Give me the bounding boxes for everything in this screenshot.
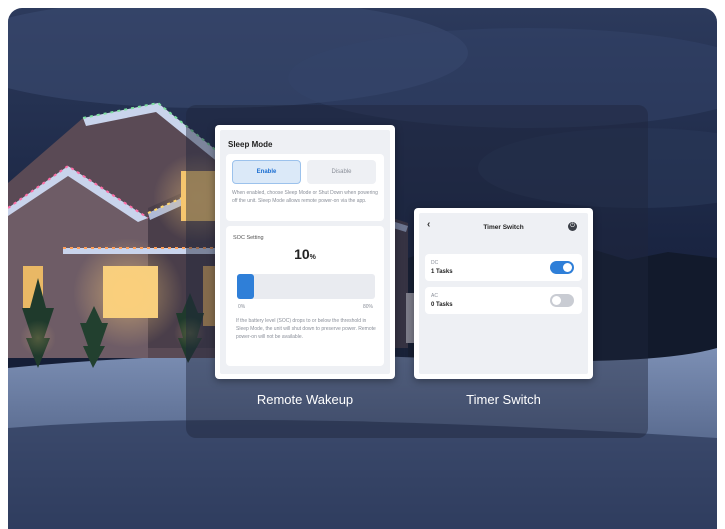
timer-row-ac[interactable]: AC 0 Tasks bbox=[425, 287, 582, 314]
remote-wakeup-screenshot: Sleep Mode Enable Disable When enabled, … bbox=[215, 125, 395, 379]
disable-button[interactable]: Disable bbox=[307, 160, 376, 184]
dc-toggle[interactable] bbox=[550, 261, 574, 274]
soc-setting-section: SOC Setting 10% 0% 80% If the battery le… bbox=[226, 226, 384, 366]
timer-row-tasks: 1 Tasks bbox=[431, 269, 453, 275]
sleep-mode-section: Enable Disable When enabled, choose Slee… bbox=[226, 154, 384, 221]
timer-switch-caption: Timer Switch bbox=[466, 392, 541, 407]
soc-slider-fill[interactable] bbox=[237, 274, 255, 299]
timer-switch-screenshot: ‹ Timer Switch ⏻ DC 1 Tasks AC 0 Tasks bbox=[414, 208, 593, 379]
power-icon[interactable]: ⏻ bbox=[568, 222, 577, 231]
soc-slider[interactable] bbox=[237, 274, 375, 299]
ac-toggle[interactable] bbox=[550, 294, 574, 307]
timer-switch-title: Timer Switch bbox=[483, 224, 524, 231]
toggle-knob bbox=[563, 263, 572, 272]
soc-value-number: 10 bbox=[294, 246, 310, 262]
timer-row-label: AC bbox=[431, 293, 438, 299]
enable-button[interactable]: Enable bbox=[232, 160, 301, 184]
timer-row-tasks: 0 Tasks bbox=[431, 302, 453, 308]
timer-row-label: DC bbox=[431, 260, 439, 266]
timer-switch-screen: ‹ Timer Switch ⏻ DC 1 Tasks AC 0 Tasks bbox=[419, 213, 588, 374]
soc-setting-label: SOC Setting bbox=[233, 235, 264, 241]
sleep-mode-title: Sleep Mode bbox=[228, 140, 273, 149]
remote-wakeup-caption: Remote Wakeup bbox=[256, 392, 354, 407]
timer-switch-header: ‹ Timer Switch ⏻ bbox=[419, 213, 588, 237]
slider-min-label: 0% bbox=[238, 304, 246, 310]
toggle-knob bbox=[552, 296, 561, 305]
soc-value: 10% bbox=[226, 246, 384, 262]
soc-value-unit: % bbox=[309, 254, 316, 261]
timer-row-dc[interactable]: DC 1 Tasks bbox=[425, 254, 582, 281]
sleep-mode-description: When enabled, choose Sleep Mode or Shut … bbox=[232, 190, 378, 204]
soc-description: If the battery level (SOC) drops to or b… bbox=[236, 318, 376, 340]
slider-max-label: 80% bbox=[362, 304, 373, 310]
sleep-mode-screen: Sleep Mode Enable Disable When enabled, … bbox=[220, 130, 390, 374]
